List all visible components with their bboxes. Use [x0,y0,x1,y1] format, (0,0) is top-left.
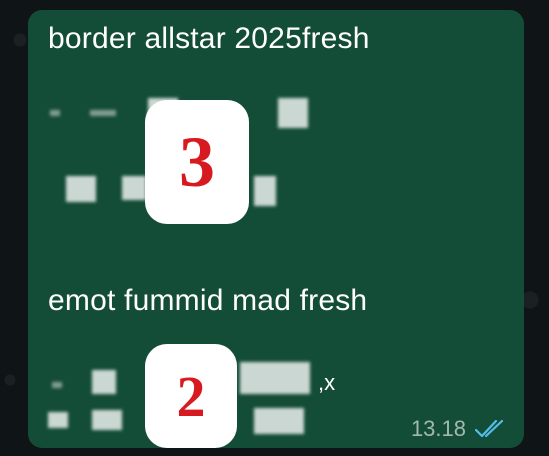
message-time: 13.18 [410,416,466,441]
number-badge-3: 3 [145,100,249,224]
redacted-text [122,176,146,200]
message-line-1: border allstar 2025fresh [48,22,370,55]
redacted-text [240,362,310,394]
redacted-text [254,408,304,434]
message-line-2: emot fummid mad fresh [48,284,368,317]
trailing-text: ,x [318,370,336,395]
number-badge-2: 2 [145,344,237,448]
redacted-text [90,110,116,116]
double-check-icon [474,418,508,440]
redacted-text [254,176,276,206]
message-bubble[interactable]: border allstar 2025fresh 3 emot fummid m… [28,10,524,448]
message-meta: 13.18 [411,416,508,442]
redacted-text [66,176,96,202]
redacted-text [50,110,60,116]
redacted-text [52,382,62,388]
redacted-text [92,410,122,430]
redacted-text [92,370,116,394]
redacted-text [48,412,68,428]
redacted-text [278,98,308,128]
